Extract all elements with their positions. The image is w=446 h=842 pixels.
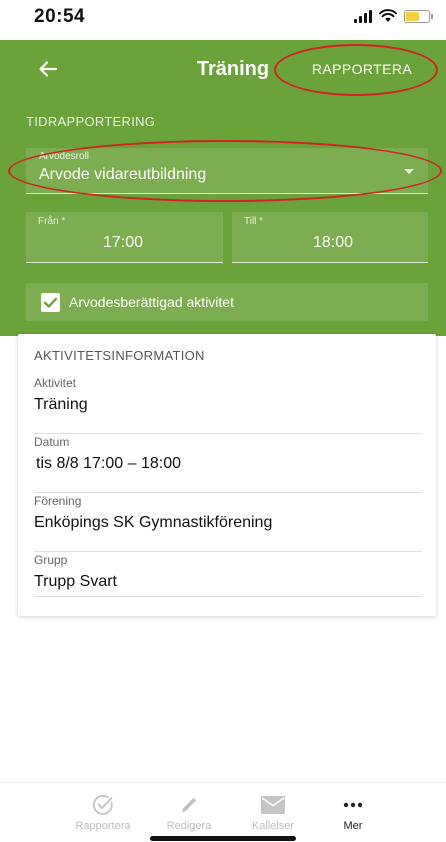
- time-to-label: Till *: [244, 216, 264, 227]
- time-from-label: Från *: [38, 216, 66, 227]
- info-row-activity: Aktivitet Träning: [34, 376, 422, 434]
- status-time: 20:54: [34, 6, 86, 27]
- activity-info-card: AKTIVITETSINFORMATION Aktivitet Träning …: [18, 334, 436, 616]
- fee-role-label: Arvodesroll: [39, 151, 90, 162]
- nav-icon-wrap: [228, 793, 318, 817]
- nav-label-more: Mer: [343, 820, 363, 832]
- nav-item-report[interactable]: Rapportera: [58, 783, 148, 842]
- fee-role-value: Arvode vidareutbildning: [39, 166, 207, 183]
- status-bar: 20:54: [0, 0, 446, 40]
- info-value: Trupp Svart: [34, 573, 117, 590]
- info-value: tis 8/8 17:00 – 18:00: [36, 455, 181, 472]
- nav-icon-wrap: [308, 793, 398, 817]
- time-to-field[interactable]: Till * 18:00: [232, 212, 428, 263]
- check-circle-icon: [92, 794, 113, 815]
- report-button[interactable]: RAPPORTERA: [278, 48, 446, 90]
- bottom-nav: Rapportera Redigera Kallelser Mer: [0, 782, 446, 842]
- battery-icon: [404, 9, 433, 23]
- info-row-group: Grupp Trupp Svart: [34, 553, 422, 597]
- caret-down-icon: [404, 169, 414, 174]
- app-bar: Träning RAPPORTERA: [0, 40, 446, 98]
- time-reporting-heading: TIDRAPPORTERING: [26, 114, 156, 129]
- info-label: Grupp: [34, 553, 68, 567]
- fee-eligible-checkbox[interactable]: [41, 292, 60, 312]
- nav-label-edit: Redigera: [166, 820, 212, 832]
- nav-icon-wrap: [58, 793, 148, 817]
- info-value: Enköpings SK Gymnastikförening: [34, 514, 273, 531]
- signal-icon: [354, 9, 372, 23]
- home-indicator: [150, 836, 296, 841]
- nav-icon-wrap: [144, 793, 234, 817]
- info-label: Förening: [34, 494, 82, 508]
- fee-eligible-checkbox-row[interactable]: Arvodesberättigad aktivitet: [26, 283, 428, 321]
- more-dots-icon: [343, 802, 363, 808]
- status-icons: [354, 9, 433, 23]
- nav-item-more[interactable]: Mer: [308, 783, 398, 842]
- nav-item-invitations[interactable]: Kallelser: [228, 783, 318, 842]
- activity-info-heading: AKTIVITETSINFORMATION: [34, 348, 205, 363]
- info-label: Datum: [34, 435, 70, 449]
- battery-fill: [406, 11, 420, 21]
- pencil-icon: [182, 797, 197, 812]
- envelope-icon: [261, 796, 285, 814]
- screen-title-text: Träning: [196, 58, 270, 80]
- time-from-field[interactable]: Från * 17:00: [26, 212, 223, 263]
- info-row-club: Förening Enköpings SK Gymnastikförening: [34, 494, 422, 552]
- fee-role-select[interactable]: Arvodesroll Arvode vidareutbildning: [26, 148, 428, 194]
- info-value: Träning: [34, 396, 88, 413]
- nav-item-edit[interactable]: Redigera: [144, 783, 234, 842]
- nav-label-report: Rapportera: [75, 820, 131, 832]
- fee-eligible-label: Arvodesberättigad aktivitet: [69, 294, 234, 310]
- time-to-value: 18:00: [313, 234, 354, 251]
- wifi-icon: [379, 9, 397, 22]
- time-from-value: 17:00: [103, 234, 144, 251]
- info-label: Aktivitet: [34, 376, 77, 390]
- nav-label-invitations: Kallelser: [251, 820, 295, 832]
- checkmark-icon: [43, 297, 58, 308]
- info-row-date: Datum tis 8/8 17:00 – 18:00: [34, 435, 422, 493]
